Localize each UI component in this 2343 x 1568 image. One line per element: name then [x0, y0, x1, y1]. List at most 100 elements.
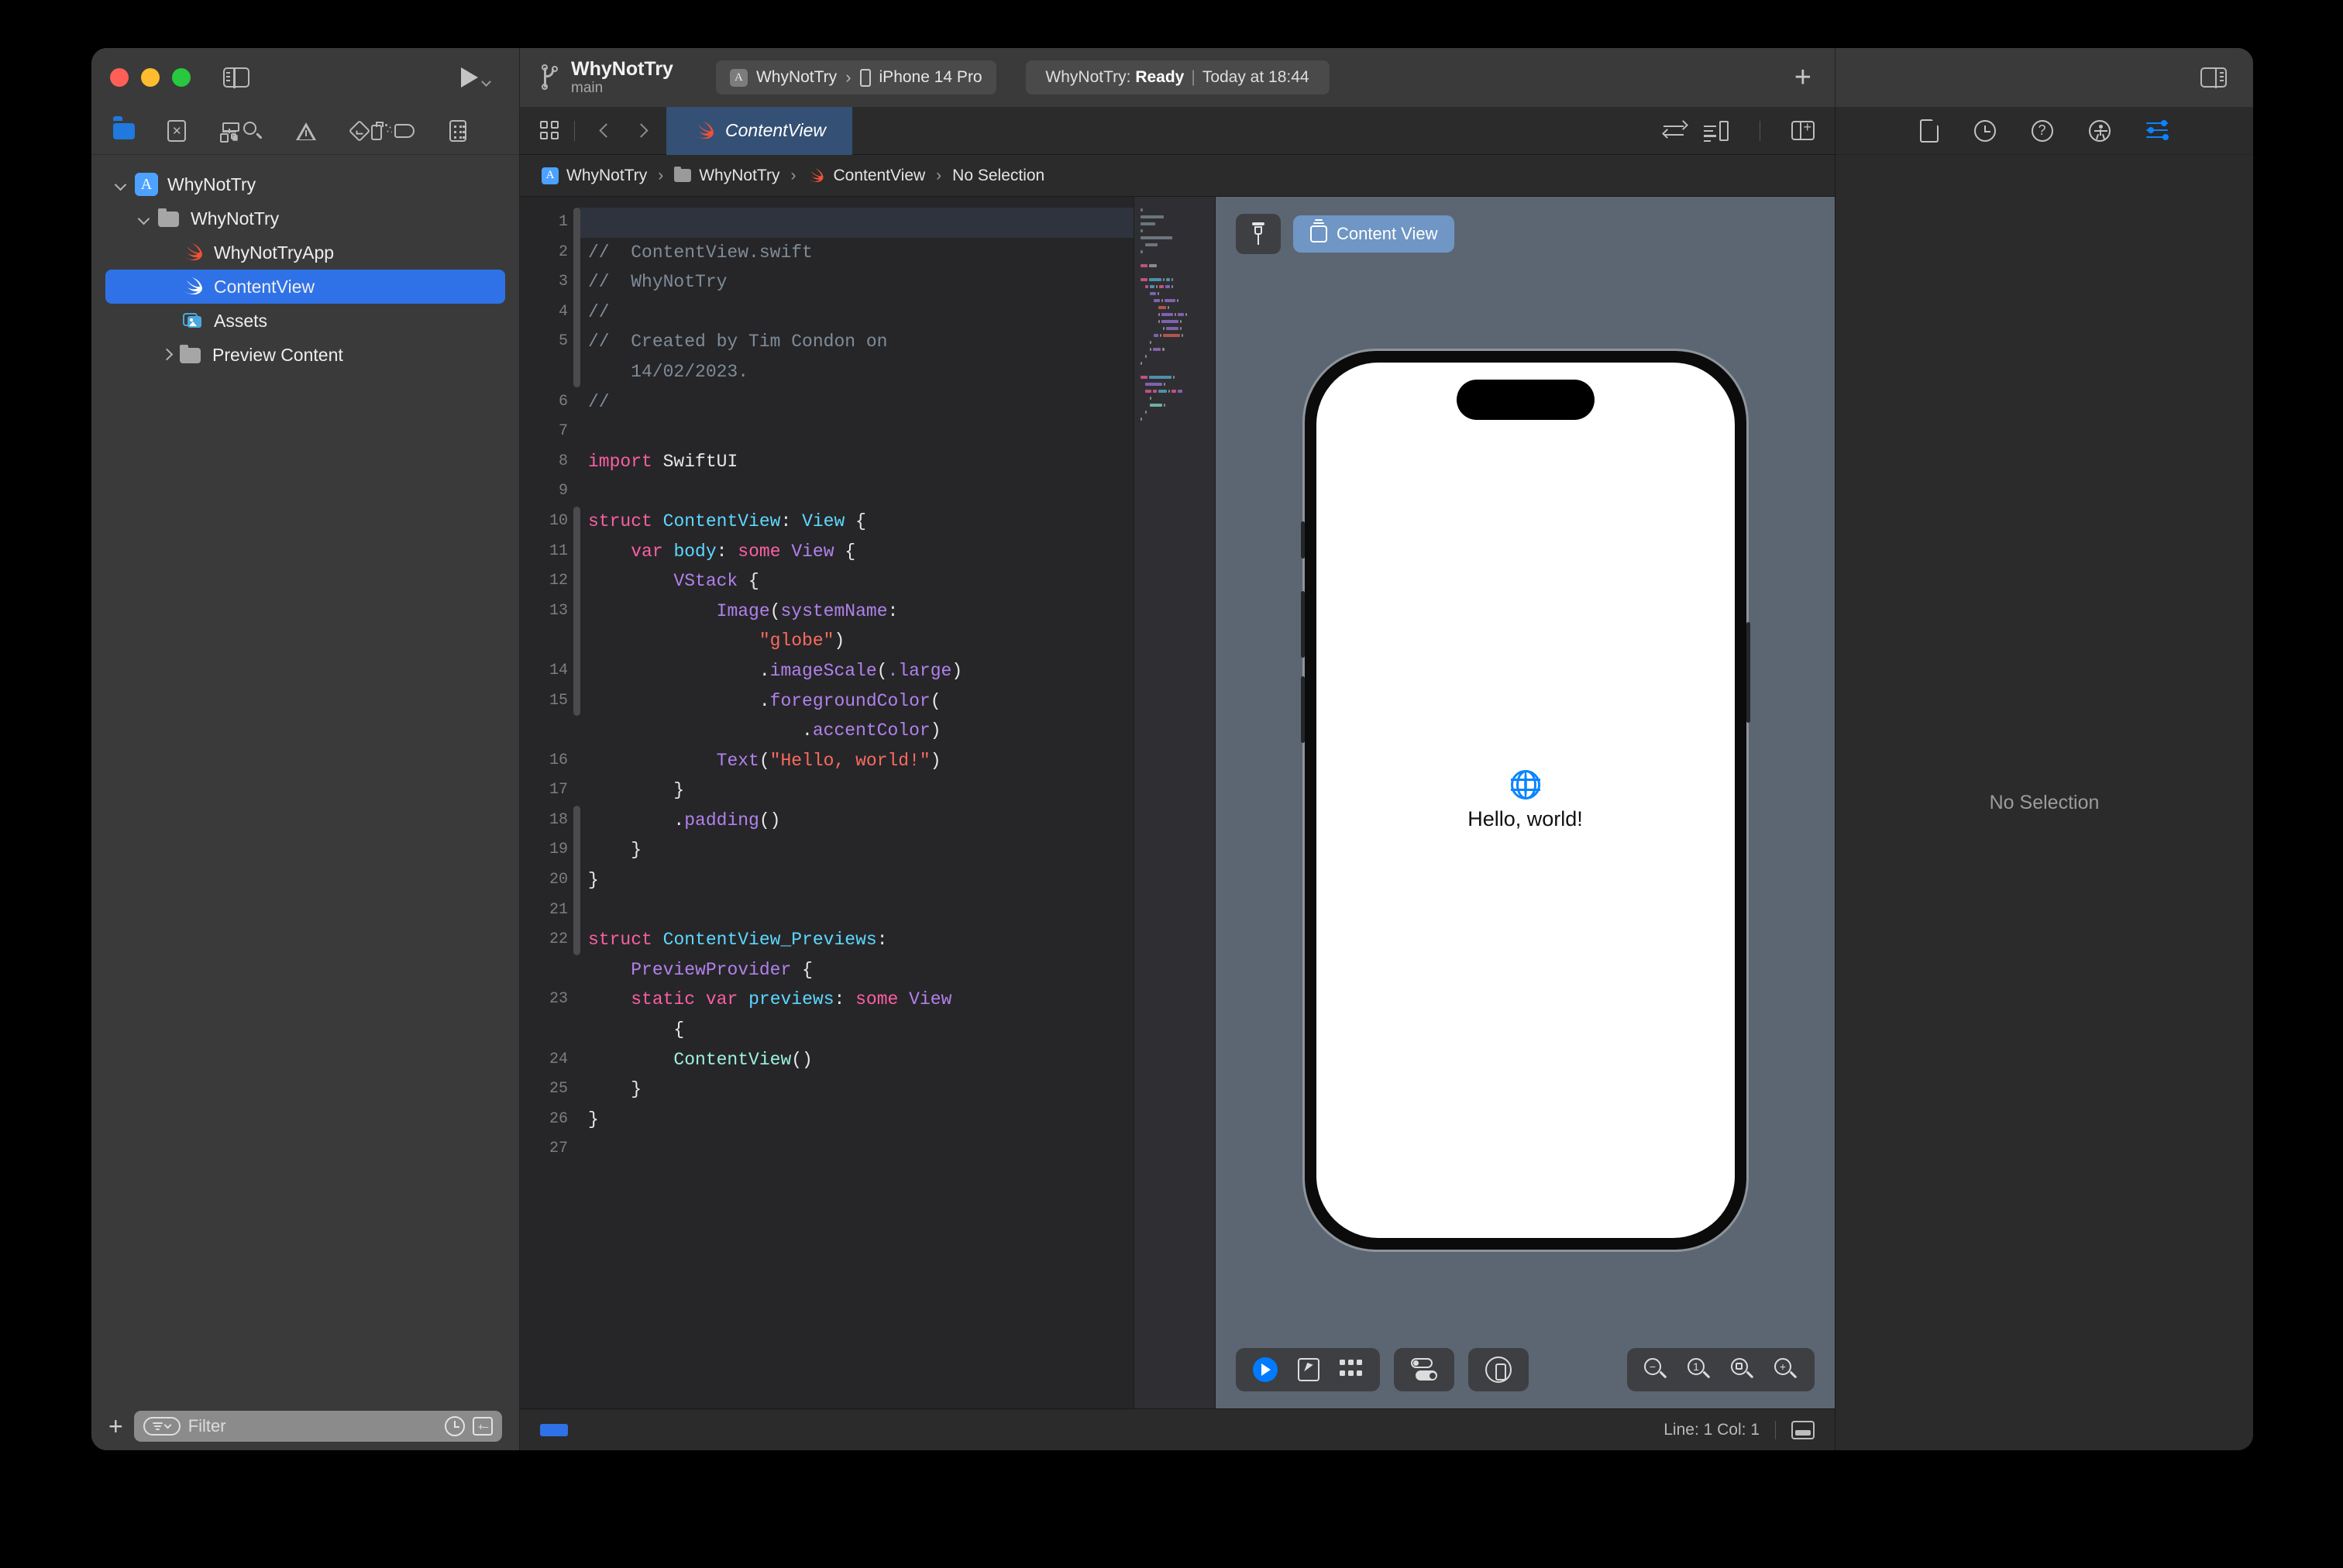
- code-token: {: [738, 571, 759, 592]
- debug-icon[interactable]: [371, 119, 394, 143]
- status-indicator: [540, 1423, 568, 1436]
- code-line: PreviewProvider {: [588, 955, 1134, 985]
- code-line: .padding(): [588, 806, 1134, 836]
- add-file-button[interactable]: +: [108, 1414, 123, 1439]
- tree-item-assets[interactable]: Assets: [105, 304, 505, 338]
- inspector-toggle-icon[interactable]: [2200, 67, 2227, 88]
- code-token: :: [716, 541, 738, 562]
- line-number: 24: [549, 1050, 568, 1068]
- branch-indicator[interactable]: WhyNotTry main: [540, 58, 673, 97]
- chevron-right-icon[interactable]: [634, 123, 649, 138]
- preview-view-chip[interactable]: Content View: [1293, 215, 1455, 253]
- device-settings-toggle-icon[interactable]: [1411, 1358, 1437, 1381]
- attributes-inspector-icon[interactable]: [2145, 119, 2169, 141]
- activity-status-pill[interactable]: WhyNotTry: Ready | Today at 18:44: [1025, 60, 1330, 95]
- breadcrumb-item-selection[interactable]: No Selection: [952, 167, 1044, 185]
- add-remove-icon[interactable]: [473, 1417, 493, 1436]
- adjust-editor-icon[interactable]: [1662, 119, 1688, 140]
- inspector-content: No Selection: [1836, 155, 2253, 1450]
- tree-item-group[interactable]: WhyNotTry: [105, 201, 505, 236]
- history-inspector-icon[interactable]: [1973, 119, 1996, 142]
- swift-file-icon: [696, 121, 714, 139]
- minimap-line: [1141, 408, 1209, 415]
- breakpoint-icon[interactable]: [394, 119, 418, 143]
- sidebar-toggle-icon[interactable]: [223, 67, 249, 88]
- scheme-destination-selector[interactable]: WhyNotTry › iPhone 14 Pro: [715, 60, 996, 95]
- code-token: struct: [588, 511, 652, 531]
- xcode-project-icon: [135, 173, 158, 196]
- minimap-line: [1141, 318, 1209, 325]
- zoom-out-icon[interactable]: −: [1644, 1358, 1667, 1381]
- debug-area-toggle-icon[interactable]: [1791, 1420, 1815, 1439]
- orientation-group[interactable]: [1468, 1348, 1529, 1391]
- breadcrumb-item-group[interactable]: WhyNotTry: [699, 167, 779, 185]
- file-inspector-icon[interactable]: [1919, 119, 1939, 143]
- chevron-down-icon[interactable]: [115, 178, 127, 191]
- folder-icon: [158, 207, 181, 230]
- accessibility-icon[interactable]: [2088, 119, 2111, 142]
- filter-options-icon[interactable]: [143, 1417, 181, 1436]
- tree-item-contentview[interactable]: ContentView: [105, 270, 505, 304]
- device-orientation-icon[interactable]: [1485, 1357, 1512, 1383]
- chevron-right-icon[interactable]: [160, 349, 172, 361]
- code-minimap[interactable]: [1134, 197, 1215, 1408]
- selectable-pointer-icon[interactable]: [1298, 1358, 1319, 1381]
- iphone-14-pro-frame[interactable]: Hello, world!: [1300, 351, 1750, 1250]
- symbols-icon[interactable]: [218, 119, 241, 143]
- project-navigator-tree: WhyNotTry WhyNotTry WhyNotTryApp: [91, 155, 519, 1402]
- tab-contentview[interactable]: ContentView: [666, 106, 852, 155]
- zoom-in-icon[interactable]: +: [1774, 1358, 1798, 1381]
- source-editor[interactable]: 1 2 3 4 5 6 7 8 9 10 11 12 13 14 15 16 17 18 19 20 21 22 23 24 2…: [520, 197, 1215, 1408]
- device-settings-group[interactable]: [1394, 1348, 1454, 1391]
- pin-icon: [1250, 222, 1267, 246]
- breadcrumb-item-project[interactable]: WhyNotTry: [566, 167, 647, 185]
- variants-grid-icon[interactable]: [1340, 1360, 1363, 1380]
- tree-item-project[interactable]: WhyNotTry: [105, 167, 505, 201]
- code-token: }: [588, 840, 642, 861]
- add-button[interactable]: +: [1794, 63, 1811, 92]
- related-items-icon[interactable]: [540, 120, 560, 141]
- source-control-icon[interactable]: [167, 119, 187, 142]
- swift-file-icon: [181, 241, 205, 264]
- add-editor-icon[interactable]: [1791, 119, 1815, 141]
- search-icon[interactable]: [241, 119, 264, 143]
- inspector-tabs: ?: [1836, 107, 2253, 155]
- line-number: 7: [558, 422, 568, 441]
- line-number: 12: [549, 572, 568, 590]
- preview-screen[interactable]: Hello, world!: [1316, 363, 1735, 1238]
- filter-input[interactable]: Filter: [133, 1411, 502, 1442]
- run-button[interactable]: [461, 67, 491, 88]
- clock-icon[interactable]: [445, 1416, 465, 1436]
- tree-item-preview-content[interactable]: Preview Content: [105, 338, 505, 372]
- minimize-button[interactable]: [141, 68, 160, 87]
- minimap-line: [1141, 213, 1209, 220]
- breadcrumb-separator-icon: ›: [790, 166, 796, 184]
- zoom-button[interactable]: [172, 68, 191, 87]
- pin-preview-button[interactable]: [1236, 214, 1281, 254]
- canvas-toggle-icon[interactable]: [1704, 120, 1729, 143]
- chevron-down-icon[interactable]: [138, 212, 150, 225]
- code-folding-rail[interactable]: [573, 197, 581, 1408]
- zoom-to-fit-icon[interactable]: [1731, 1358, 1754, 1381]
- quick-help-icon[interactable]: ?: [2031, 119, 2053, 142]
- zoom-actual-size-icon[interactable]: 1: [1688, 1358, 1711, 1381]
- minimap-line: [1141, 227, 1209, 234]
- breadcrumb: WhyNotTry › WhyNotTry › ContentView › No…: [520, 155, 1835, 197]
- test-icon[interactable]: [348, 119, 371, 143]
- line-number: 9: [558, 482, 568, 500]
- warning-icon[interactable]: [295, 122, 317, 141]
- code-line: }: [588, 1105, 1134, 1135]
- line-number: 16: [549, 751, 568, 769]
- chevron-left-icon[interactable]: [599, 123, 614, 138]
- code-token: Text: [716, 750, 759, 771]
- live-preview-play-icon[interactable]: [1253, 1357, 1278, 1382]
- code-token: :: [834, 989, 856, 1010]
- folder-icon[interactable]: [113, 119, 136, 143]
- tree-item-whynottryapp[interactable]: WhyNotTryApp: [105, 236, 505, 270]
- report-icon[interactable]: [449, 119, 466, 142]
- close-button[interactable]: [110, 68, 129, 87]
- breadcrumb-item-file[interactable]: ContentView: [833, 167, 925, 185]
- code-content[interactable]: // // ContentView.swift // WhyNotTry // // C…: [579, 197, 1134, 1408]
